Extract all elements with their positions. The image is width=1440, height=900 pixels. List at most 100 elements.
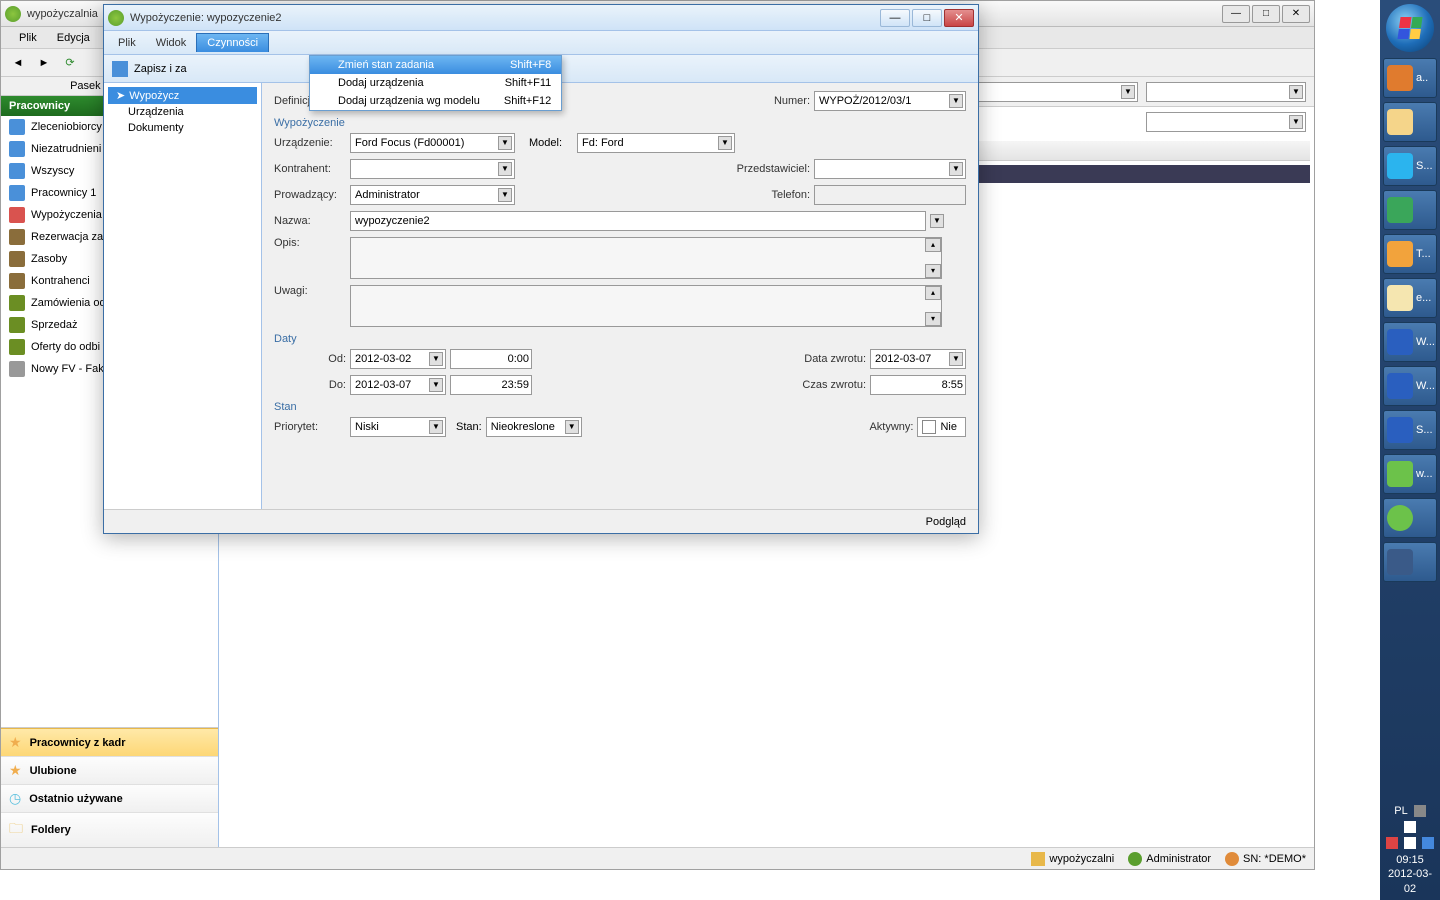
keyboard-icon[interactable] — [1414, 805, 1426, 817]
folder-icon — [1031, 852, 1045, 866]
dialog-close-button[interactable]: ✕ — [944, 9, 974, 27]
scroll-down-icon[interactable]: ▾ — [925, 264, 941, 278]
network-icon[interactable] — [1404, 837, 1416, 849]
system-tray: PL 09:15 2012-03-02 — [1380, 801, 1440, 900]
tray-icon[interactable] — [1404, 821, 1416, 833]
app-icon — [1387, 285, 1413, 311]
toolbar-refresh-button[interactable]: ⟳ — [59, 52, 81, 74]
combo-kontrahent[interactable]: ▼ — [350, 159, 515, 179]
checkbox-icon — [922, 420, 936, 434]
menu-plik[interactable]: Plik — [108, 34, 146, 52]
task-item-2[interactable]: S... — [1383, 146, 1437, 186]
task-item-6[interactable]: W... — [1383, 322, 1437, 362]
content-combo-3[interactable]: ▼ — [1146, 112, 1306, 132]
time-zwrotu[interactable]: 8:55 — [870, 375, 966, 395]
volume-icon[interactable] — [1386, 837, 1398, 849]
status-user: Administrator — [1146, 853, 1211, 865]
windows-icon — [1397, 17, 1422, 39]
tree-urzadzenia[interactable]: Urządzenia — [108, 104, 257, 120]
dropdown-zmien-stan[interactable]: Zmień stan zadania Shift+F8 — [310, 56, 561, 74]
menu-plik[interactable]: Plik — [9, 32, 47, 44]
flag-icon[interactable] — [1422, 837, 1434, 849]
lang-indicator[interactable]: PL — [1394, 805, 1407, 817]
label-stan: Stan: — [456, 421, 482, 433]
taskbar-clock[interactable]: 09:15 2012-03-02 — [1384, 853, 1436, 896]
task-item-3[interactable] — [1383, 190, 1437, 230]
combo-urzadzenie[interactable]: Ford Focus (Fd00001)▼ — [350, 133, 515, 153]
menu-widok[interactable]: Widok — [146, 34, 197, 52]
chevron-down-icon: ▼ — [429, 420, 443, 434]
combo-przedstawiciel[interactable]: ▼ — [814, 159, 966, 179]
nav-bottom: ★Pracownicy z kadr ★Ulubione ◷Ostatnio u… — [1, 727, 218, 847]
date-od[interactable]: 2012-03-02▼ — [350, 349, 446, 369]
dialog-maximize-button[interactable]: □ — [912, 9, 942, 27]
date-do[interactable]: 2012-03-07▼ — [350, 375, 446, 395]
main-minimize-button[interactable]: — — [1222, 5, 1250, 23]
scroll-up-icon[interactable]: ▴ — [925, 286, 941, 300]
label-opis: Opis: — [274, 237, 346, 249]
label-data-zwrotu: Data zwrotu: — [778, 353, 866, 365]
task-item-8[interactable]: S... — [1383, 410, 1437, 450]
textarea-opis[interactable]: ▴▾ — [350, 237, 942, 279]
textarea-uwagi[interactable]: ▴▾ — [350, 285, 942, 327]
dialog-tree: ➤Wypożycz Urządzenia Dokumenty — [104, 83, 262, 509]
time-od[interactable]: 0:00 — [450, 349, 532, 369]
task-item-10[interactable] — [1383, 498, 1437, 538]
combo-priorytet[interactable]: Niski▼ — [350, 417, 446, 437]
task-item-1[interactable] — [1383, 102, 1437, 142]
combo-numer[interactable]: WYPOŻ/2012/03/1▼ — [814, 91, 966, 111]
input-telefon — [814, 185, 966, 205]
tree-root[interactable]: ➤Wypożycz — [108, 87, 257, 104]
chevron-down-icon[interactable]: ▼ — [930, 214, 944, 228]
nav-bottom-foldery[interactable]: 🗀Foldery — [1, 812, 218, 847]
dropdown-dodaj-urzadzenia[interactable]: Dodaj urządzenia Shift+F11 — [310, 74, 561, 92]
dialog-menubar: Plik Widok Czynności — [104, 31, 978, 55]
task-item-4[interactable]: T... — [1383, 234, 1437, 274]
dialog-minimize-button[interactable]: — — [880, 9, 910, 27]
scroll-down-icon[interactable]: ▾ — [925, 312, 941, 326]
main-maximize-button[interactable]: □ — [1252, 5, 1280, 23]
task-item-5[interactable]: e... — [1383, 278, 1437, 318]
app-icon — [1387, 109, 1413, 135]
nav-bottom-ulubione[interactable]: ★Ulubione — [1, 756, 218, 784]
app-icon — [1387, 417, 1413, 443]
menu-edycja[interactable]: Edycja — [47, 32, 100, 44]
task-item-0[interactable]: a.. — [1383, 58, 1437, 98]
checkbox-aktywny[interactable]: Nie — [917, 417, 966, 437]
czynnosci-dropdown: Zmień stan zadania Shift+F8 Dodaj urządz… — [309, 55, 562, 111]
save-button[interactable]: Zapisz i za — [134, 63, 187, 75]
people-icon — [9, 163, 25, 179]
app-icon — [1387, 505, 1413, 531]
section-stan: Stan — [274, 401, 966, 413]
time-do[interactable]: 23:59 — [450, 375, 532, 395]
toolbar-back-button[interactable]: ◄ — [7, 52, 29, 74]
star-icon: ★ — [9, 734, 22, 751]
combo-stan[interactable]: Nieokreslone▼ — [486, 417, 582, 437]
input-nazwa[interactable]: wypozyczenie2 — [350, 211, 926, 231]
start-button[interactable] — [1386, 4, 1434, 52]
task-item-11[interactable] — [1383, 542, 1437, 582]
main-close-button[interactable]: ✕ — [1282, 5, 1310, 23]
chevron-down-icon: ▼ — [498, 188, 512, 202]
chevron-down-icon: ▼ — [718, 136, 732, 150]
content-combo-2[interactable]: ▼ — [1146, 82, 1306, 102]
nav-bottom-kadr[interactable]: ★Pracownicy z kadr — [1, 728, 218, 756]
task-item-9[interactable]: w... — [1383, 454, 1437, 494]
combo-model[interactable]: Fd: Ford▼ — [577, 133, 735, 153]
date-zwrotu[interactable]: 2012-03-07▼ — [870, 349, 966, 369]
app-icon — [108, 10, 124, 26]
menu-czynnosci[interactable]: Czynności — [196, 33, 269, 52]
wrench-icon — [9, 251, 25, 267]
toolbar-forward-button[interactable]: ► — [33, 52, 55, 74]
dialog-footer-podglad[interactable]: Podgląd — [926, 516, 966, 528]
combo-prowadzacy[interactable]: Administrator▼ — [350, 185, 515, 205]
label-do: Do: — [274, 379, 346, 391]
task-item-7[interactable]: W... — [1383, 366, 1437, 406]
label-telefon: Telefon: — [722, 189, 810, 201]
dropdown-dodaj-wg-modelu[interactable]: Dodaj urządzenia wg modelu Shift+F12 — [310, 92, 561, 110]
scroll-up-icon[interactable]: ▴ — [925, 238, 941, 252]
tree-dokumenty[interactable]: Dokumenty — [108, 120, 257, 136]
wrench-icon — [9, 229, 25, 245]
nav-bottom-ostatnio[interactable]: ◷Ostatnio używane — [1, 784, 218, 812]
clock-icon: ◷ — [9, 790, 21, 807]
